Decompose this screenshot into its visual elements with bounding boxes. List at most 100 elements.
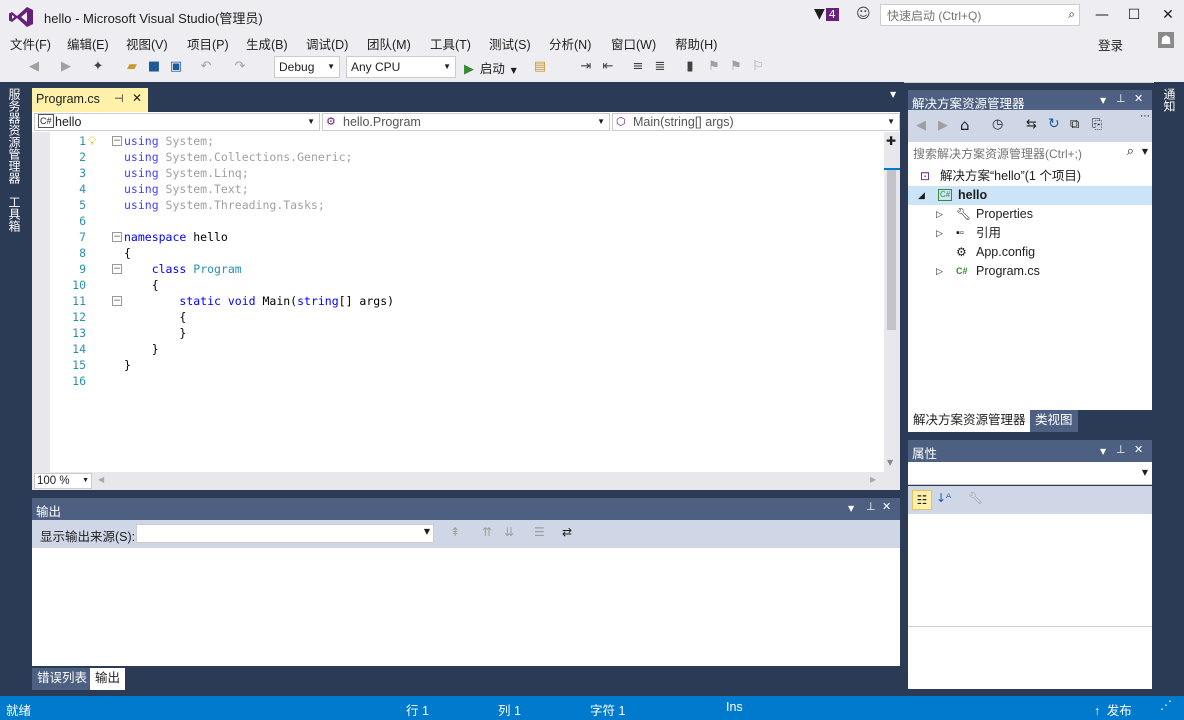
server-explorer-tab[interactable]: 服务器资源管理器 <box>6 88 23 184</box>
categorized-icon[interactable]: ☷ <box>912 490 932 510</box>
menu-view[interactable]: 视图(V) <box>126 34 168 53</box>
window-options-icon[interactable]: ▼ <box>848 504 854 513</box>
show-all-files-icon[interactable]: ⎘ <box>1092 117 1102 132</box>
zoom-select[interactable]: 100 % ▼ <box>34 473 92 489</box>
collapse-all-icon[interactable]: ⧉ <box>1070 117 1079 132</box>
collapse-class-icon[interactable]: − <box>112 264 122 274</box>
output-text-area[interactable] <box>32 548 900 666</box>
tree-item-properties[interactable]: ▷ 🔧︎ Properties <box>908 205 1152 224</box>
clear-bookmarks-icon[interactable]: ⚐ <box>750 59 766 75</box>
tree-item-references[interactable]: ▷ ▪▫ 引用 <box>908 224 1152 243</box>
property-pages-icon[interactable]: 🔧︎ <box>968 491 983 505</box>
pin-icon[interactable]: ⊥ <box>1116 92 1126 105</box>
pin-icon[interactable]: ⊥ <box>1116 443 1126 456</box>
step-over-icon[interactable]: ⇤ <box>600 59 616 75</box>
window-options-icon[interactable]: ▼ <box>1100 447 1106 456</box>
navigate-back-icon[interactable]: ◀ <box>26 59 42 75</box>
platform-select[interactable]: Any CPU ▼ <box>346 56 456 78</box>
menu-team[interactable]: 团队(M) <box>367 34 411 53</box>
close-panel-icon[interactable]: ✕ <box>1134 92 1143 105</box>
notifications-tab[interactable]: 通知 <box>1161 88 1178 112</box>
refresh-icon[interactable]: ↻ <box>1048 116 1060 132</box>
scroll-left-icon[interactable]: ◀ <box>98 475 104 484</box>
redo-icon[interactable]: ↷ <box>232 59 248 75</box>
undo-icon[interactable]: ↶ <box>198 59 214 75</box>
collapse-method-icon[interactable]: − <box>112 296 122 306</box>
open-file-icon[interactable]: ▰ <box>124 59 140 75</box>
home-icon[interactable]: ⌂ <box>960 116 970 134</box>
menu-test[interactable]: 测试(S) <box>489 34 531 53</box>
quick-launch-input[interactable] <box>885 6 1059 26</box>
tab-program-cs[interactable]: Program.cs ⊣ ✕ <box>32 88 148 112</box>
close-button[interactable]: ✕ <box>1154 4 1182 26</box>
save-icon[interactable]: ■ <box>146 59 162 75</box>
properties-icon[interactable]: ⋯ <box>1140 111 1150 122</box>
menu-analyze[interactable]: 分析(N) <box>549 34 591 53</box>
maximize-button[interactable]: ☐ <box>1120 4 1148 26</box>
properties-object-select[interactable]: ▼ <box>908 462 1152 485</box>
editor-vertical-scrollbar[interactable]: ✚ ▼ <box>884 132 900 472</box>
tab-error-list[interactable]: 错误列表 <box>32 668 93 690</box>
forward-icon[interactable]: ▶ <box>938 118 948 133</box>
sync-icon[interactable]: ⇆ <box>1026 117 1037 132</box>
new-project-icon[interactable]: ✦ <box>90 59 106 75</box>
quick-launch[interactable]: ⌕ <box>880 4 1080 26</box>
minimize-button[interactable]: — <box>1088 4 1116 26</box>
save-all-icon[interactable]: ▣ <box>168 59 184 75</box>
member-dropdown[interactable]: ⬡ Main(string[] args) ▼ <box>612 113 900 131</box>
prev-bookmark-icon[interactable]: ⚑ <box>706 59 722 75</box>
find-message-icon[interactable]: ⇞ <box>450 525 460 539</box>
menu-build[interactable]: 生成(B) <box>246 34 288 53</box>
uncomment-icon[interactable]: ≣ <box>652 59 668 75</box>
tab-output[interactable]: 输出 <box>90 668 126 690</box>
browser-link-icon[interactable]: ▤ <box>532 59 548 75</box>
expanded-arrow-icon[interactable]: ◢ <box>918 186 925 205</box>
collapse-using-icon[interactable]: − <box>112 136 122 146</box>
menu-help[interactable]: 帮助(H) <box>675 34 717 53</box>
step-into-icon[interactable]: ⇥ <box>578 59 594 75</box>
tree-item-app-config[interactable]: ⚙ App.config <box>908 243 1152 262</box>
menu-window[interactable]: 窗口(W) <box>611 34 656 53</box>
solution-search[interactable]: ⌕ ▼ <box>908 142 1152 165</box>
tree-item-solution[interactable]: ⊡ 解决方案“hello”(1 个项目) <box>908 167 1152 186</box>
pending-changes-icon[interactable]: ◷ <box>992 117 1003 132</box>
prev-message-icon[interactable]: ⇈ <box>482 525 492 539</box>
pin-icon[interactable]: ⊥ <box>866 500 876 513</box>
lightbulb-icon[interactable]: 💡︎ <box>88 134 96 149</box>
start-debugging-button[interactable]: ▶ 启动 ▼ <box>464 58 517 77</box>
tab-class-view[interactable]: 类视图 <box>1030 410 1078 432</box>
menu-project[interactable]: 项目(P) <box>187 34 229 53</box>
comment-icon[interactable]: ≡ <box>630 59 646 75</box>
split-icon[interactable]: ✚ <box>886 134 896 148</box>
tree-item-project[interactable]: ◢ C# hello <box>908 186 1152 205</box>
next-message-icon[interactable]: ⇊ <box>504 525 514 539</box>
tab-list-dropdown-icon[interactable]: ▼ <box>890 90 896 99</box>
scrollbar-thumb[interactable] <box>887 170 896 330</box>
clear-all-icon[interactable]: ☰ <box>534 525 545 539</box>
publish-button[interactable]: ↑ 发布 <box>1094 700 1132 719</box>
properties-grid[interactable] <box>908 514 1152 626</box>
window-options-icon[interactable]: ▼ <box>1100 96 1106 105</box>
menu-edit[interactable]: 编辑(E) <box>67 34 109 53</box>
solution-config-select[interactable]: Debug ▼ <box>274 56 340 78</box>
output-source-select[interactable]: ▼ <box>136 524 434 543</box>
back-icon[interactable]: ◀ <box>916 118 926 133</box>
notifications-button[interactable]: ▼ 4 <box>814 6 839 22</box>
collapsed-arrow-icon[interactable]: ▷ <box>936 262 943 281</box>
menu-file[interactable]: 文件(F) <box>10 34 51 53</box>
toolbox-tab[interactable]: 工具箱 <box>6 196 23 232</box>
close-panel-icon[interactable]: ✕ <box>1134 443 1143 456</box>
project-dropdown[interactable]: C# hello ▼ <box>34 113 320 131</box>
scroll-right-icon[interactable]: ▶ <box>870 475 876 484</box>
navigate-forward-icon[interactable]: ▶ <box>58 59 74 75</box>
chevron-down-icon[interactable]: ▼ <box>1142 147 1148 156</box>
feedback-icon[interactable]: ☺ <box>856 6 871 22</box>
menu-debug[interactable]: 调试(D) <box>306 34 348 53</box>
collapsed-arrow-icon[interactable]: ▷ <box>936 224 943 243</box>
tree-item-program-cs[interactable]: ▷ C# Program.cs <box>908 262 1152 281</box>
word-wrap-icon[interactable]: ⇄ <box>562 525 572 539</box>
close-tab-icon[interactable]: ✕ <box>132 91 142 105</box>
menu-tools[interactable]: 工具(T) <box>430 34 471 53</box>
resize-grip-icon[interactable]: ⋰ <box>1160 698 1172 712</box>
tab-solution-explorer[interactable]: 解决方案资源管理器 <box>908 410 1031 432</box>
